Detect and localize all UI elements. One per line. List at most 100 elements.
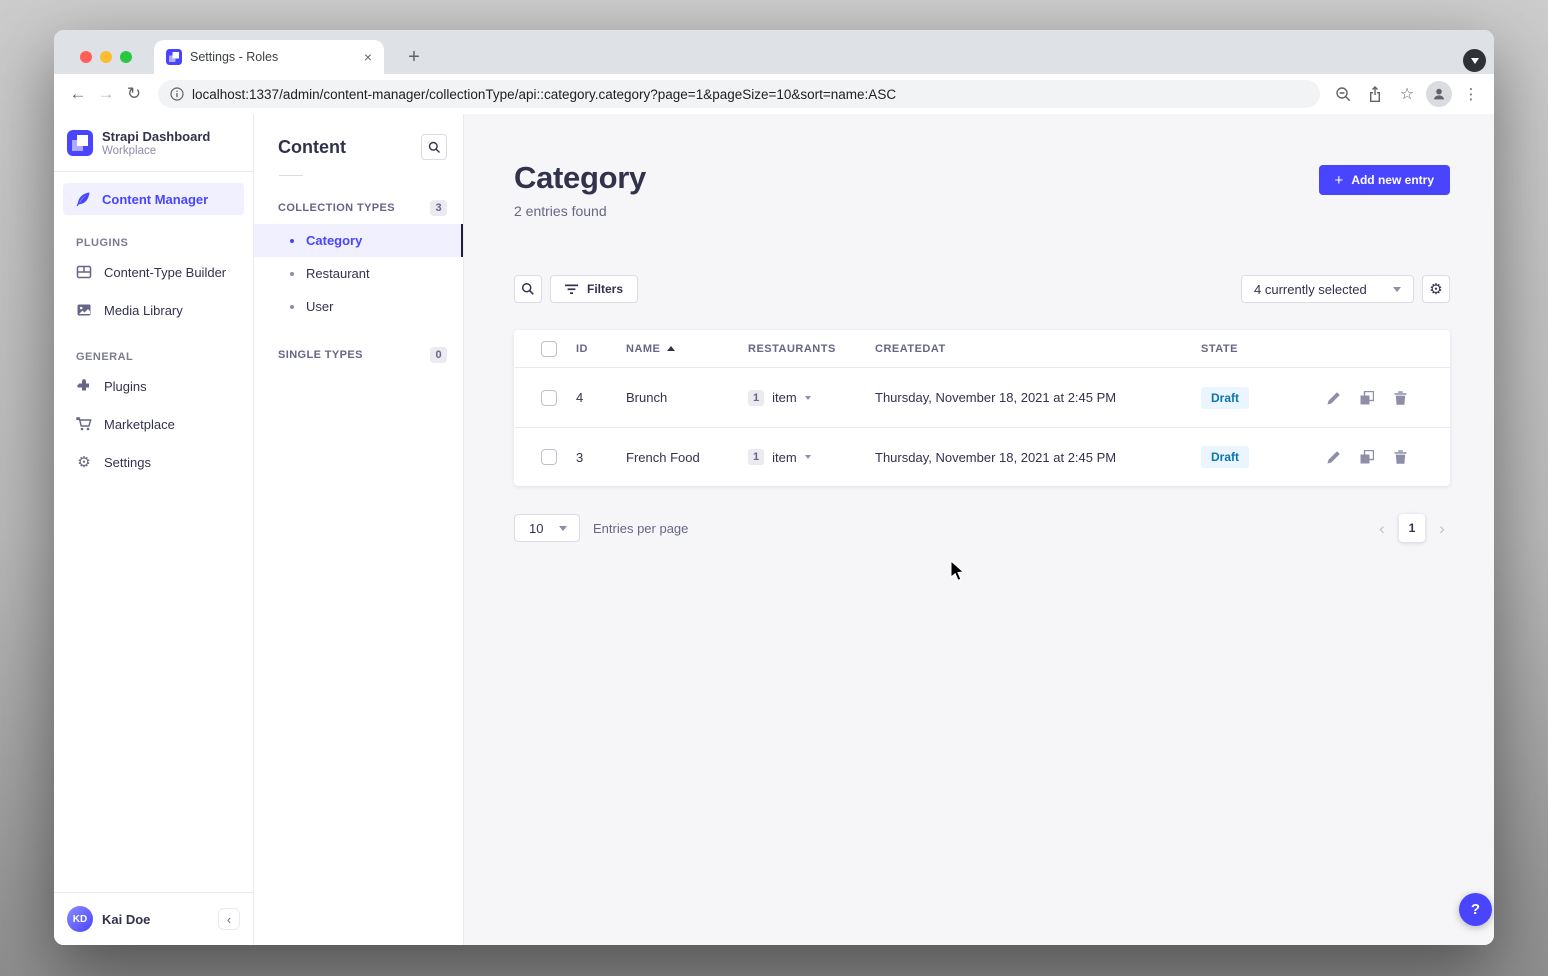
sidebar-divider bbox=[54, 171, 253, 172]
site-info-icon[interactable] bbox=[170, 87, 184, 101]
state-badge: Draft bbox=[1201, 387, 1249, 409]
collection-types-count-badge: 3 bbox=[430, 200, 447, 216]
subnav-item-category[interactable]: Category bbox=[254, 224, 463, 257]
page-size-select[interactable]: 10 bbox=[514, 514, 580, 542]
desktop: Settings - Roles × + ← → ↻ localhost:133… bbox=[0, 0, 1548, 976]
minimize-window-button[interactable] bbox=[100, 51, 112, 63]
browser-tab[interactable]: Settings - Roles × bbox=[154, 40, 384, 74]
share-icon[interactable] bbox=[1362, 81, 1388, 107]
current-page[interactable]: 1 bbox=[1399, 514, 1425, 542]
chevron-down-icon bbox=[805, 396, 811, 400]
column-header-name[interactable]: NAME bbox=[626, 343, 748, 355]
column-header-state[interactable]: STATE bbox=[1201, 343, 1320, 355]
tab-close-icon[interactable]: × bbox=[364, 50, 372, 64]
sidebar-item-settings[interactable]: ⚙ Settings bbox=[54, 443, 253, 481]
main-content: Category 2 entries found + Add new entry bbox=[464, 114, 1494, 945]
collapse-sidebar-button[interactable]: ‹ bbox=[218, 908, 240, 930]
table-row[interactable]: 3 French Food 1 item Thursday, November … bbox=[514, 427, 1450, 486]
cell-restaurants[interactable]: 1 item bbox=[748, 449, 875, 465]
cell-name: Brunch bbox=[626, 390, 748, 405]
duplicate-icon[interactable] bbox=[1360, 450, 1374, 464]
add-new-entry-label: Add new entry bbox=[1351, 173, 1434, 187]
browser-profile-chevron-icon[interactable] bbox=[1463, 49, 1486, 72]
edit-pencil-icon[interactable] bbox=[1327, 391, 1341, 405]
cell-restaurants[interactable]: 1 item bbox=[748, 390, 875, 406]
sidebar-section-plugins: PLUGINS bbox=[54, 215, 253, 253]
chevron-down-icon bbox=[559, 526, 567, 531]
delete-trash-icon[interactable] bbox=[1393, 391, 1407, 405]
add-new-entry-button[interactable]: + Add new entry bbox=[1319, 165, 1450, 195]
sidebar-item-label: Plugins bbox=[104, 379, 147, 394]
cell-createdat: Thursday, November 18, 2021 at 2:45 PM bbox=[875, 450, 1201, 465]
restaurants-label: item bbox=[772, 390, 797, 405]
puzzle-icon bbox=[76, 378, 92, 394]
next-page-icon[interactable]: › bbox=[1434, 520, 1450, 537]
subnav-divider bbox=[279, 175, 303, 176]
user-name: Kai Doe bbox=[102, 912, 209, 927]
reload-button[interactable]: ↻ bbox=[120, 84, 148, 104]
fields-selected-dropdown[interactable]: 4 currently selected bbox=[1241, 275, 1414, 303]
cell-id: 4 bbox=[576, 390, 626, 405]
sort-ascending-icon bbox=[667, 346, 675, 351]
column-header-id[interactable]: ID bbox=[576, 343, 626, 355]
previous-page-icon[interactable]: ‹ bbox=[1374, 520, 1390, 537]
column-header-restaurants[interactable]: RESTAURANTS bbox=[748, 343, 875, 355]
sidebar-section-general: GENERAL bbox=[54, 329, 253, 367]
browser-window: Settings - Roles × + ← → ↻ localhost:133… bbox=[54, 30, 1494, 945]
cell-id: 3 bbox=[576, 450, 626, 465]
table-header-row: ID NAME RESTAURANTS CREATEDAT STATE bbox=[514, 330, 1450, 368]
duplicate-icon[interactable] bbox=[1360, 391, 1374, 405]
restaurants-label: item bbox=[772, 450, 797, 465]
sidebar-item-media-library[interactable]: Media Library bbox=[54, 291, 253, 329]
single-types-header: SINGLE TYPES bbox=[278, 349, 363, 361]
column-header-createdat[interactable]: CREATEDAT bbox=[875, 343, 1201, 355]
workspace-switcher[interactable]: Strapi Dashboard Workplace bbox=[54, 114, 253, 169]
filters-label: Filters bbox=[587, 282, 623, 296]
browser-menu-icon[interactable]: ⋮ bbox=[1458, 81, 1484, 107]
sidebar-item-plugins[interactable]: Plugins bbox=[54, 367, 253, 405]
sidebar-item-label: Settings bbox=[104, 455, 151, 470]
search-button[interactable] bbox=[514, 275, 542, 303]
table-settings-button[interactable]: ⚙ bbox=[1422, 275, 1450, 303]
help-button[interactable]: ? bbox=[1459, 893, 1492, 926]
bookmark-star-icon[interactable]: ☆ bbox=[1394, 81, 1420, 107]
bullet-icon bbox=[290, 239, 294, 243]
url-bar[interactable]: localhost:1337/admin/content-manager/col… bbox=[158, 80, 1320, 108]
new-tab-button[interactable]: + bbox=[402, 45, 426, 69]
sidebar-item-marketplace[interactable]: Marketplace bbox=[54, 405, 253, 443]
single-types-count-badge: 0 bbox=[430, 347, 447, 363]
layout-grid-icon bbox=[76, 264, 92, 280]
sidebar-item-content-manager[interactable]: Content Manager bbox=[63, 183, 244, 215]
sidebar-item-label: Marketplace bbox=[104, 417, 175, 432]
zoom-out-icon[interactable] bbox=[1330, 81, 1356, 107]
page-title: Category bbox=[514, 160, 646, 196]
entries-per-page-label: Entries per page bbox=[593, 521, 688, 536]
close-window-button[interactable] bbox=[80, 51, 92, 63]
pagination: 10 Entries per page ‹ 1 › bbox=[514, 514, 1450, 542]
active-indicator bbox=[461, 224, 463, 257]
sidebar-item-content-type-builder[interactable]: Content-Type Builder bbox=[54, 253, 253, 291]
subnav-item-label: Category bbox=[306, 233, 362, 248]
table-row[interactable]: 4 Brunch 1 item Thursday, November 18, 2… bbox=[514, 368, 1450, 427]
plus-icon: + bbox=[1335, 173, 1344, 188]
browser-avatar-icon[interactable] bbox=[1426, 81, 1452, 107]
subnav-search-button[interactable] bbox=[421, 134, 447, 160]
edit-pencil-icon[interactable] bbox=[1327, 450, 1341, 464]
mouse-cursor bbox=[950, 561, 970, 583]
subnav-item-restaurant[interactable]: Restaurant bbox=[254, 257, 463, 290]
subnav-item-user[interactable]: User bbox=[254, 290, 463, 323]
select-all-checkbox[interactable] bbox=[541, 341, 557, 357]
user-avatar[interactable]: KD bbox=[67, 906, 93, 932]
state-badge: Draft bbox=[1201, 446, 1249, 468]
back-button[interactable]: ← bbox=[64, 84, 92, 104]
row-checkbox[interactable] bbox=[541, 449, 557, 465]
strapi-app: Strapi Dashboard Workplace Content Manag… bbox=[54, 114, 1494, 945]
forward-button[interactable]: → bbox=[92, 84, 120, 104]
content-subnav: Content COLLECTION TYPES 3 Category bbox=[254, 114, 464, 945]
cart-icon bbox=[76, 416, 92, 432]
filters-button[interactable]: Filters bbox=[550, 275, 638, 303]
browser-toolbar: ← → ↻ localhost:1337/admin/content-manag… bbox=[54, 74, 1494, 114]
maximize-window-button[interactable] bbox=[120, 51, 132, 63]
delete-trash-icon[interactable] bbox=[1393, 450, 1407, 464]
row-checkbox[interactable] bbox=[541, 390, 557, 406]
